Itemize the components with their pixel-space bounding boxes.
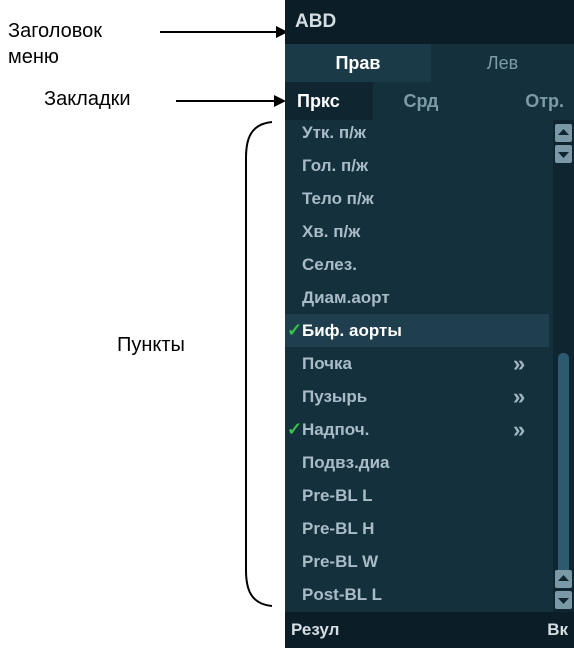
menu-item[interactable]: Селез. bbox=[285, 248, 549, 281]
side-tab-left[interactable]: Лев bbox=[431, 44, 574, 82]
menu-item-label: Pre-BL L bbox=[302, 486, 373, 505]
menu-panel: ABD Прав Лев Пркс Срд Отр. Утк. п/ж Гол. … bbox=[285, 0, 574, 648]
tab-distal[interactable]: Отр. bbox=[469, 82, 574, 120]
scroll-up-button-bottom[interactable] bbox=[555, 570, 572, 588]
menu-item-label: Диам.аорт bbox=[302, 288, 390, 307]
results-button[interactable]: Резул bbox=[291, 612, 339, 648]
tab-bar: Пркс Срд Отр. bbox=[285, 82, 574, 120]
submenu-chevron-icon: » bbox=[513, 351, 526, 376]
menu-title: ABD bbox=[285, 0, 574, 44]
menu-item[interactable]: Тело п/ж bbox=[285, 182, 549, 215]
annotation-menu-title-line2: меню bbox=[8, 46, 59, 68]
menu-item[interactable]: Диам.аорт bbox=[285, 281, 549, 314]
menu-item[interactable]: Pre-BL W bbox=[285, 545, 549, 578]
menu-item[interactable]: ✓ Биф. аорты bbox=[285, 314, 549, 347]
arrow-down-icon bbox=[558, 598, 569, 604]
check-icon: ✓ bbox=[287, 320, 303, 340]
menu-item-label: Надпоч. bbox=[302, 420, 370, 439]
scrollbar[interactable] bbox=[553, 120, 574, 612]
menu-item-label: Гол. п/ж bbox=[302, 156, 369, 175]
menu-item[interactable]: Пузырь » bbox=[285, 380, 549, 413]
tab-proximal[interactable]: Пркс bbox=[285, 82, 373, 120]
menu-item[interactable]: Хв. п/ж bbox=[285, 215, 549, 248]
menu-item[interactable]: Утк. п/ж bbox=[285, 120, 549, 149]
menu-item-label: Post-BL L bbox=[302, 585, 382, 604]
scroll-down-button-top[interactable] bbox=[555, 145, 572, 163]
menu-item[interactable]: Pre-BL L bbox=[285, 479, 549, 512]
arrow-up-icon bbox=[558, 129, 569, 135]
annotation-arrow-title bbox=[160, 31, 278, 33]
annotation-menu-title-line1: Заголовок bbox=[8, 20, 103, 42]
on-button[interactable]: Вк bbox=[547, 612, 568, 648]
menu-item[interactable]: ✓ Надпоч. » bbox=[285, 413, 549, 446]
menu-item-label: Pre-BL W bbox=[302, 552, 379, 571]
annotation-arrow-tabs bbox=[176, 100, 276, 102]
menu-item[interactable]: Гол. п/ж bbox=[285, 149, 549, 182]
menu-item[interactable]: Post-BL L bbox=[285, 578, 549, 611]
menu-item[interactable]: Подвз.диа bbox=[285, 446, 549, 479]
menu-item-label: Утк. п/ж bbox=[302, 123, 366, 142]
menu-item[interactable]: Почка » bbox=[285, 347, 549, 380]
arrow-up-icon bbox=[558, 575, 569, 581]
scroll-thumb[interactable] bbox=[558, 353, 569, 583]
check-icon: ✓ bbox=[287, 419, 303, 439]
menu-item-label: Тело п/ж bbox=[302, 189, 374, 208]
annotation-tabs: Закладки bbox=[44, 88, 131, 110]
menu-item-label: Селез. bbox=[302, 255, 357, 274]
menu-item-label: Почка bbox=[302, 354, 353, 373]
menu-item-label: Хв. п/ж bbox=[302, 222, 361, 241]
scroll-up-button[interactable] bbox=[555, 124, 572, 142]
side-tab-right[interactable]: Прав bbox=[285, 44, 431, 82]
menu-item[interactable]: Pre-BL H bbox=[285, 512, 549, 545]
arrow-down-icon bbox=[558, 152, 569, 158]
bottom-bar: Резул Вк bbox=[285, 612, 574, 648]
submenu-chevron-icon: » bbox=[513, 384, 526, 409]
submenu-chevron-icon: » bbox=[513, 417, 526, 442]
scroll-down-button[interactable] bbox=[555, 591, 572, 609]
menu-item-list: Утк. п/ж Гол. п/ж Тело п/ж Хв. п/ж Селез. Диа… bbox=[285, 120, 549, 612]
menu-item-label: Биф. аорты bbox=[302, 321, 402, 340]
side-tabs: Прав Лев bbox=[285, 44, 574, 82]
annotation-items: Пункты bbox=[117, 334, 185, 356]
menu-item-label: Pre-BL H bbox=[302, 519, 375, 538]
tab-middle[interactable]: Срд bbox=[373, 82, 469, 120]
menu-item-label: Подвз.диа bbox=[302, 453, 390, 472]
menu-item-label: Пузырь bbox=[302, 387, 368, 406]
annotation-brace bbox=[245, 121, 273, 607]
